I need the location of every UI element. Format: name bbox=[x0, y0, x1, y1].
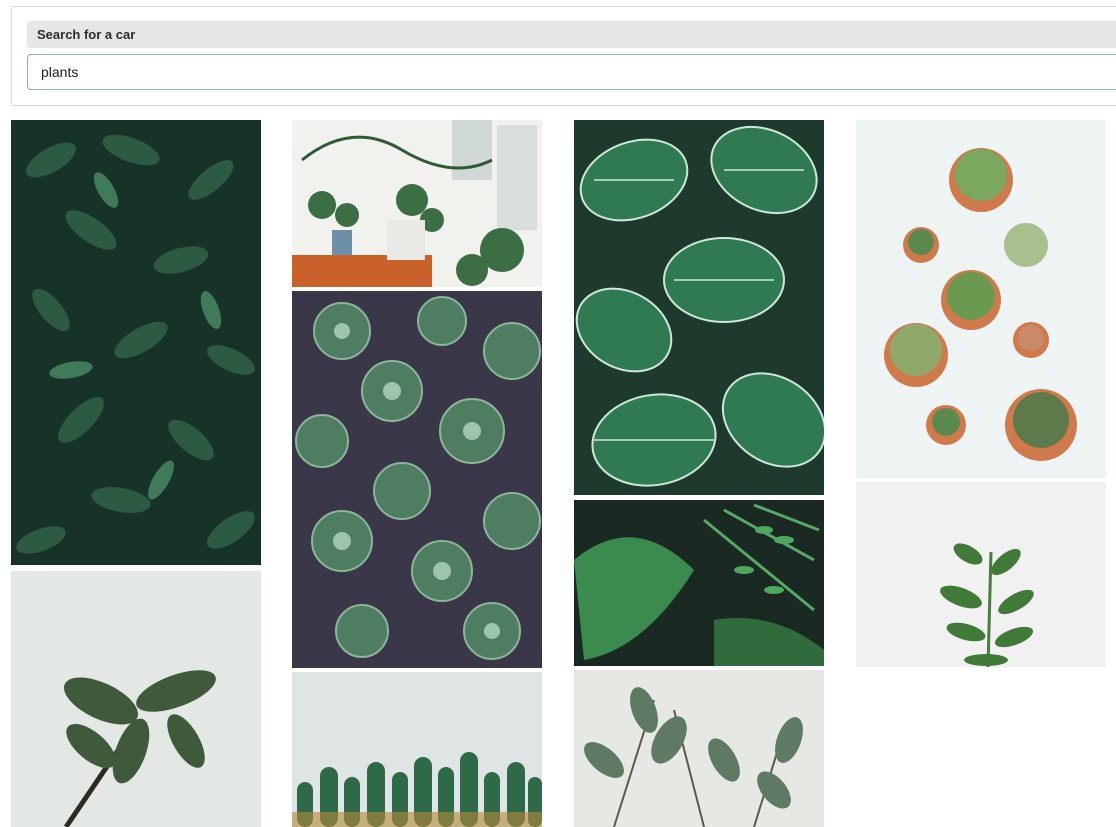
cacti-row-photo bbox=[292, 672, 542, 827]
search-label: Search for a car bbox=[27, 21, 1116, 48]
succulents-photo bbox=[292, 291, 542, 668]
gallery-image-monstera[interactable] bbox=[574, 500, 824, 666]
gallery-image-succulents[interactable] bbox=[292, 291, 542, 668]
gallery-image-shelf-plants[interactable] bbox=[292, 120, 542, 287]
gallery-image-calathea[interactable] bbox=[574, 120, 824, 495]
gallery-image-rubber-plant[interactable] bbox=[574, 670, 824, 827]
gallery-image-stem-plant[interactable] bbox=[856, 482, 1106, 667]
search-input[interactable] bbox=[27, 54, 1116, 90]
potted-cacti-photo bbox=[856, 120, 1106, 478]
stem-plant-photo bbox=[856, 482, 1106, 667]
gallery-image-potted-cacti[interactable] bbox=[856, 120, 1106, 478]
leafy-shrub-photo bbox=[11, 120, 261, 565]
shelf-plants-photo bbox=[292, 120, 542, 287]
gallery-image-cacti-row[interactable] bbox=[292, 672, 542, 827]
rubber-plant-photo bbox=[574, 670, 824, 827]
calathea-photo bbox=[574, 120, 824, 495]
gallery-image-fiddle-leaf[interactable] bbox=[11, 571, 261, 827]
gallery-image-leafy-shrub[interactable] bbox=[11, 120, 261, 565]
search-panel: Search for a car bbox=[11, 6, 1116, 106]
monstera-photo bbox=[574, 500, 824, 666]
fiddle-leaf-photo bbox=[11, 571, 261, 827]
